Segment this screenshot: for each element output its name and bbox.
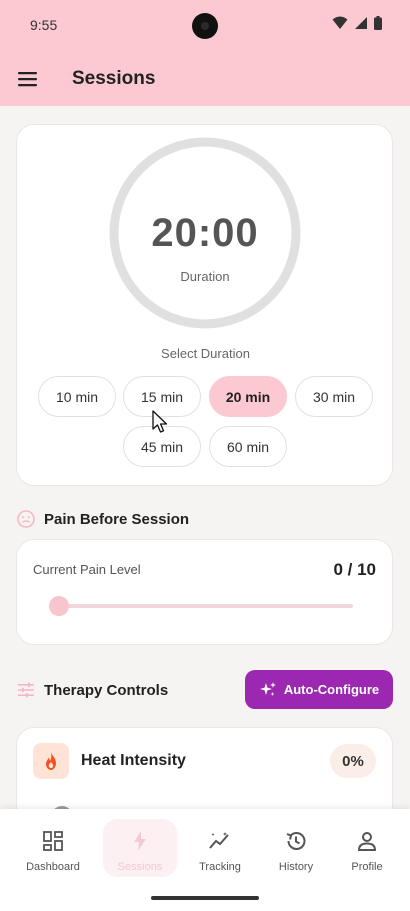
history-icon xyxy=(286,832,306,850)
heat-intensity-badge: 0% xyxy=(330,744,376,778)
heat-icon-box xyxy=(33,743,69,779)
timer-card: 20:00 Duration Select Duration 10 min 15… xyxy=(16,124,393,486)
therapy-section-title: Therapy Controls xyxy=(44,681,169,699)
bolt-icon xyxy=(134,831,146,851)
nav-label-profile: Profile xyxy=(351,861,383,873)
duration-chip-20[interactable]: 20 min xyxy=(209,376,287,417)
select-duration-label: Select Duration xyxy=(161,346,250,361)
mouse-cursor-icon xyxy=(152,410,168,433)
battery-icon xyxy=(374,16,382,30)
nav-profile[interactable]: Profile xyxy=(330,819,404,877)
status-bar: 9:55 xyxy=(0,0,410,50)
pain-card: Current Pain Level 0 / 10 xyxy=(16,539,393,645)
timer-label: Duration xyxy=(180,269,230,284)
nav-dashboard[interactable]: Dashboard xyxy=(16,819,90,877)
page-title: Sessions xyxy=(72,68,156,89)
duration-chip-10[interactable]: 10 min xyxy=(38,376,116,417)
pain-slider-thumb[interactable] xyxy=(49,596,69,616)
pain-section-header: Pain Before Session xyxy=(16,507,189,531)
flame-icon xyxy=(46,752,56,770)
pain-level-label: Current Pain Level xyxy=(33,562,141,577)
camera-cutout xyxy=(192,13,218,39)
dashboard-icon xyxy=(43,831,63,851)
top-header: 9:55 Sessions xyxy=(0,0,410,106)
sparkle-icon xyxy=(259,681,276,696)
nav-tracking[interactable]: Tracking xyxy=(183,819,257,877)
nav-label-dashboard: Dashboard xyxy=(26,861,80,873)
wifi-icon xyxy=(332,16,348,29)
pain-level-value: 0 / 10 xyxy=(333,560,376,579)
nav-history[interactable]: History xyxy=(259,819,333,877)
timer-dial: 20:00 Duration xyxy=(109,137,301,329)
tune-icon xyxy=(18,682,34,698)
nav-label-sessions: Sessions xyxy=(117,861,163,873)
menu-icon[interactable] xyxy=(16,68,40,90)
duration-chip-30[interactable]: 30 min xyxy=(295,376,373,417)
status-icons xyxy=(332,16,382,30)
auto-configure-button[interactable]: Auto-Configure xyxy=(245,670,393,709)
therapy-section-header: Therapy Controls xyxy=(16,678,168,702)
auto-configure-label: Auto-Configure xyxy=(283,682,380,697)
pain-slider-track[interactable] xyxy=(59,604,353,608)
pain-section-title: Pain Before Session xyxy=(44,510,190,528)
nav-sessions[interactable]: Sessions xyxy=(103,819,177,877)
status-time: 9:55 xyxy=(30,17,58,33)
heat-intensity-title: Heat Intensity xyxy=(81,752,186,769)
app-bar: Sessions xyxy=(0,56,410,102)
nav-label-history: History xyxy=(278,861,314,873)
trending-icon xyxy=(209,832,229,849)
person-icon xyxy=(357,832,377,851)
nav-label-tracking: Tracking xyxy=(199,861,241,873)
signal-icon xyxy=(355,17,367,29)
timer-display: 20:00 xyxy=(151,211,259,255)
duration-chip-60[interactable]: 60 min xyxy=(209,426,287,467)
face-icon xyxy=(17,510,35,528)
home-indicator xyxy=(151,896,259,900)
